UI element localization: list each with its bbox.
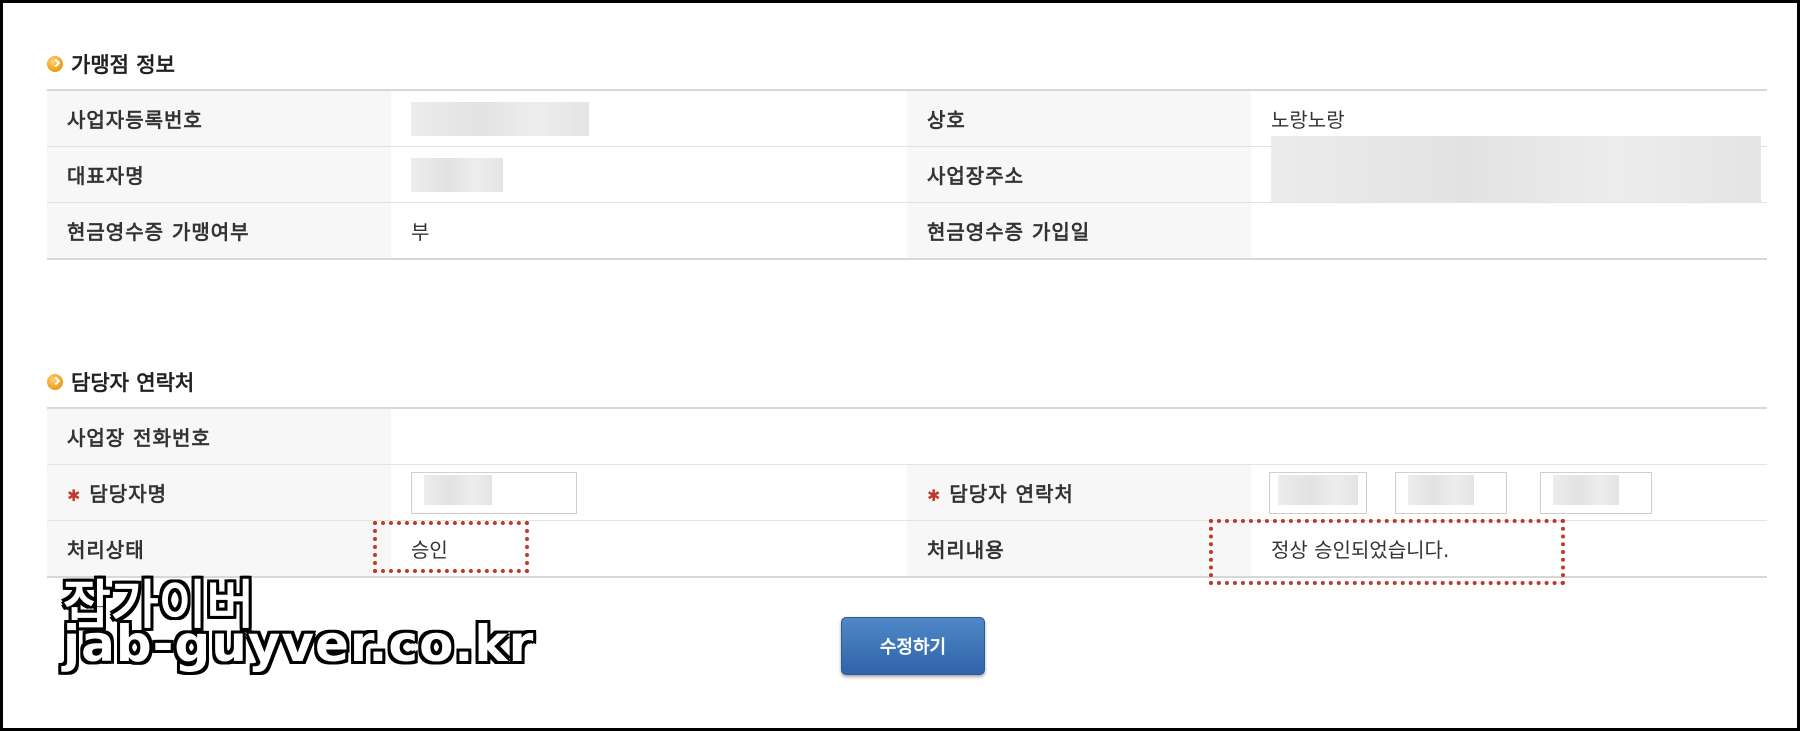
manager-name-label: 담당자명 xyxy=(89,482,168,506)
status-highlight-box xyxy=(373,521,529,573)
business-number-value xyxy=(391,89,907,147)
representative-value xyxy=(391,146,907,203)
business-address-value xyxy=(1251,135,1767,203)
business-number-label: 사업자등록번호 xyxy=(47,89,391,147)
screenshot-frame: 가맹점 정보 사업자등록번호 상호 노랑노랑 대표자명 사업장주소 현금영수증 … xyxy=(0,0,1800,731)
manager-contact-cell xyxy=(1251,464,1767,521)
watermark-url: jab-guyver.co.kr xyxy=(63,615,535,673)
contact-section-title-text: 담당자 연락처 xyxy=(71,371,195,395)
manager-name-cell xyxy=(391,464,907,521)
business-phone-label: 사업장 전화번호 xyxy=(47,407,391,465)
orange-bullet-icon xyxy=(47,56,63,72)
cash-receipt-member-value: 부 xyxy=(391,202,907,260)
manager-name-input[interactable] xyxy=(411,471,577,514)
redacted-block xyxy=(1552,474,1619,505)
result-label: 처리내용 xyxy=(907,520,1251,578)
manager-phone-part3-input[interactable] xyxy=(1539,471,1652,514)
manager-name-label-cell: ✱ 담당자명 xyxy=(47,464,391,521)
table-row: 대표자명 사업장주소 xyxy=(47,135,1767,203)
redacted-block xyxy=(1278,474,1358,505)
company-name-label: 상호 xyxy=(907,89,1251,147)
manager-contact-label: 담당자 연락처 xyxy=(949,482,1074,506)
cash-receipt-join-date-label: 현금영수증 가입일 xyxy=(907,202,1251,260)
business-phone-value xyxy=(391,407,1767,465)
manager-phone-part1-input[interactable] xyxy=(1269,471,1367,514)
manager-contact-label-cell: ✱ 담당자 연락처 xyxy=(907,464,1251,521)
required-asterisk-icon: ✱ xyxy=(67,486,82,505)
merchant-section-title-text: 가맹점 정보 xyxy=(71,53,175,77)
redacted-block xyxy=(411,157,503,192)
table-row: 사업장 전화번호 xyxy=(47,407,1767,465)
cash-receipt-join-date-value xyxy=(1251,202,1767,260)
redacted-block xyxy=(1408,474,1475,505)
orange-bullet-icon xyxy=(47,374,63,390)
business-address-label: 사업장주소 xyxy=(907,146,1251,203)
required-asterisk-icon: ✱ xyxy=(927,486,942,505)
representative-label: 대표자명 xyxy=(47,146,391,203)
redacted-block xyxy=(1271,135,1761,202)
merchant-info-table: 사업자등록번호 상호 노랑노랑 대표자명 사업장주소 현금영수증 가맹여부 부 … xyxy=(47,89,1767,260)
table-row: ✱ 담당자명 ✱ 담당자 연락처 xyxy=(47,464,1767,521)
edit-button[interactable]: 수정하기 xyxy=(841,617,985,675)
contact-section-title: 담당자 연락처 xyxy=(47,367,194,397)
redacted-block xyxy=(411,101,589,136)
redacted-block xyxy=(424,474,492,505)
table-row: 현금영수증 가맹여부 부 현금영수증 가입일 xyxy=(47,202,1767,260)
cash-receipt-member-label: 현금영수증 가맹여부 xyxy=(47,202,391,260)
merchant-section-title: 가맹점 정보 xyxy=(47,49,175,79)
manager-phone-part2-input[interactable] xyxy=(1395,471,1508,514)
result-highlight-box xyxy=(1209,519,1565,585)
